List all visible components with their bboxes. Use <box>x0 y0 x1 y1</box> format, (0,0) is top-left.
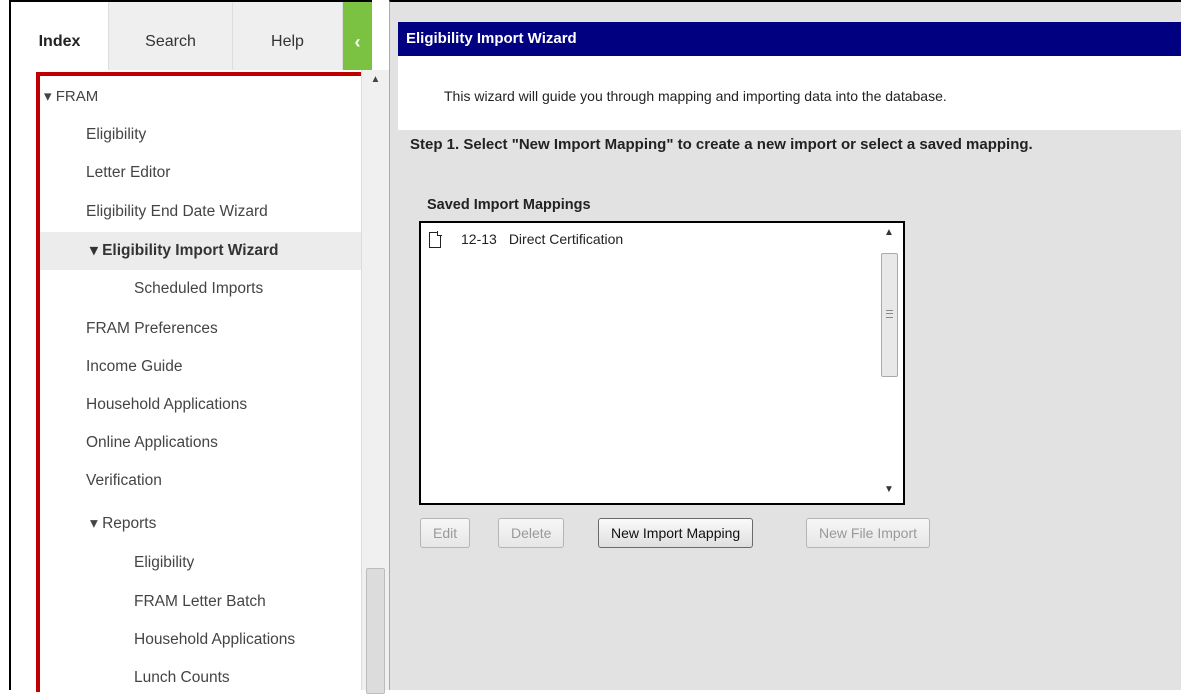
tree-item-verification[interactable]: Verification <box>86 462 366 500</box>
mapping-name: Direct Certification <box>508 231 624 247</box>
mapping-year: 12-13 <box>461 231 497 247</box>
tab-help[interactable]: Help <box>232 2 342 70</box>
edit-button[interactable]: Edit <box>420 518 471 548</box>
scroll-up-icon[interactable]: ▲ <box>362 74 389 85</box>
delete-button[interactable]: Delete <box>498 518 565 548</box>
tree-item-reports-household-applications[interactable]: Household Applications <box>134 621 366 659</box>
tree-item-online-applications[interactable]: Online Applications <box>86 424 366 462</box>
tree-item-eligibility-import-wizard[interactable]: ▾ Eligibility Import Wizard <box>40 232 366 270</box>
tree-item-reports[interactable]: ▾ Reports <box>90 505 366 543</box>
list-item[interactable]: 12-13 Direct Certification <box>429 231 623 255</box>
tree-item-fram[interactable]: ▾ FRAM <box>44 78 366 116</box>
tree-item-eligibility-end-date-wizard[interactable]: Eligibility End Date Wizard <box>86 193 366 231</box>
tree-item-letter-editor[interactable]: Letter Editor <box>86 154 366 192</box>
fram-tree: ▾ FRAM Eligibility Letter Editor Eligibi… <box>36 72 370 692</box>
tab-index[interactable]: Index <box>11 2 108 70</box>
list-scroll-down-icon[interactable]: ▼ <box>877 484 901 495</box>
step-instruction: Step 1. Select "New Import Mapping" to c… <box>410 136 1033 153</box>
list-scrollbar[interactable]: ▲ ▼ <box>877 225 901 501</box>
nav-tabs: Index Search Help ‹ <box>11 2 372 70</box>
document-icon <box>429 231 442 249</box>
list-scroll-up-icon[interactable]: ▲ <box>877 227 901 238</box>
scroll-thumb[interactable] <box>366 568 385 694</box>
tree-item-fram-preferences[interactable]: FRAM Preferences <box>86 310 366 348</box>
grip-icon <box>886 310 893 318</box>
saved-mappings-list[interactable]: 12-13 Direct Certification ▲ ▼ <box>419 221 905 505</box>
new-file-import-button[interactable]: New File Import <box>806 518 931 548</box>
tree-item-fram-letter-batch[interactable]: FRAM Letter Batch <box>134 583 366 621</box>
list-scroll-thumb[interactable] <box>881 253 898 377</box>
tree-item-scheduled-imports[interactable]: Scheduled Imports <box>134 270 366 308</box>
tree-item-household-applications[interactable]: Household Applications <box>86 386 366 424</box>
new-import-mapping-button[interactable]: New Import Mapping <box>598 518 754 548</box>
wizard-title: Eligibility Import Wizard <box>398 22 1181 56</box>
collapse-pane-button[interactable]: ‹ <box>342 2 372 70</box>
tree-item-income-guide[interactable]: Income Guide <box>86 348 366 386</box>
tree-item-eligibility[interactable]: Eligibility <box>86 116 366 154</box>
tab-search[interactable]: Search <box>108 2 232 70</box>
tree-scrollbar[interactable]: ▲ <box>361 70 389 694</box>
wizard-pane: Eligibility Import Wizard This wizard wi… <box>389 0 1181 690</box>
tree-item-reports-eligibility[interactable]: Eligibility <box>134 544 366 582</box>
navigation-pane: Index Search Help ‹ ▾ FRAM Eligibility L… <box>9 0 372 692</box>
tree-item-lunch-counts[interactable]: Lunch Counts <box>134 659 366 692</box>
wizard-intro: This wizard will guide you through mappi… <box>398 56 1181 130</box>
saved-mappings-label: Saved Import Mappings <box>427 197 591 213</box>
